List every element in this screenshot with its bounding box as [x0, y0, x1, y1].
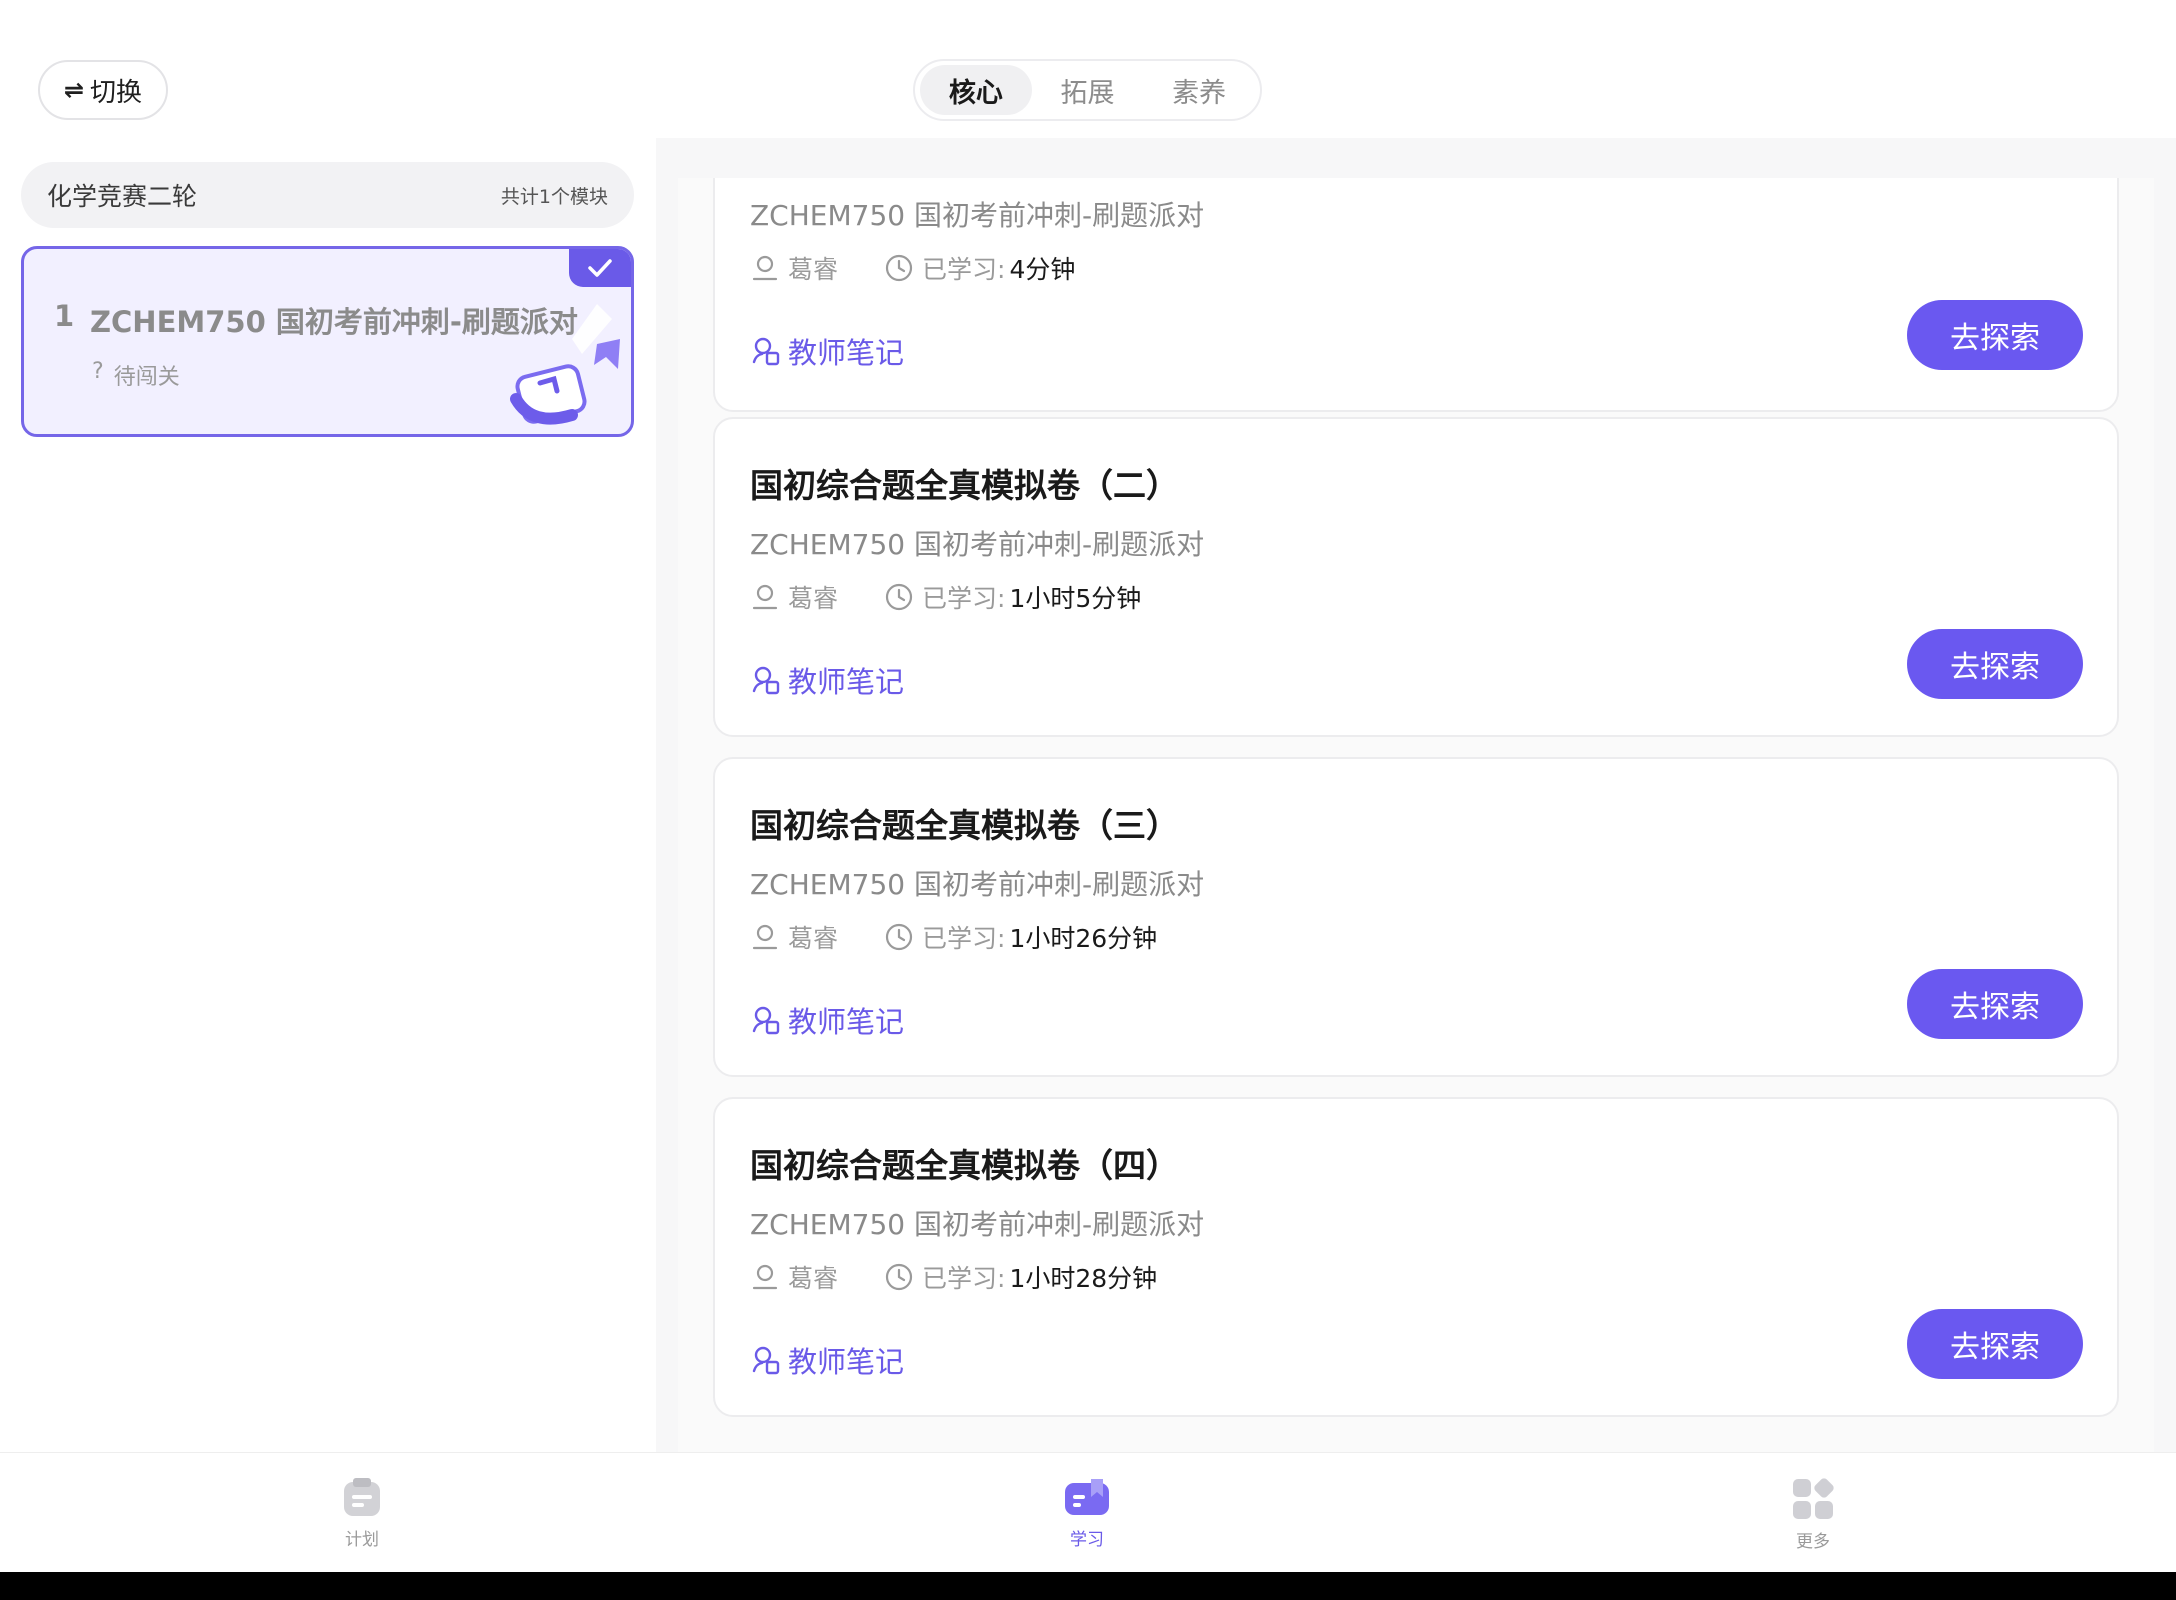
- person-icon: [752, 255, 778, 281]
- lesson-card: 国初综合题全真模拟卷（二） ZCHEM750 国初考前冲刺-刷题派对 葛睿 已学…: [713, 417, 2119, 737]
- teacher-info: 葛睿: [750, 579, 838, 615]
- studied-info: 已学习: 1小时26分钟: [884, 919, 1157, 955]
- teacher-notes-link[interactable]: 教师笔记: [750, 330, 904, 372]
- module-card[interactable]: 1 ZCHEM750 国初考前冲刺-刷题派对 ? 待闯关: [21, 246, 634, 437]
- switch-button-label: 切换: [90, 77, 143, 108]
- teacher-notes-icon: [752, 337, 780, 366]
- lesson-list[interactable]: ZCHEM750 国初考前冲刺-刷题派对 葛睿 已学习: 4分钟 教师笔记 去探…: [678, 178, 2154, 1452]
- lesson-title: 国初综合题全真模拟卷（三）: [750, 806, 1179, 845]
- lesson-title: 国初综合题全真模拟卷（四）: [750, 1146, 1179, 1185]
- nav-item-more[interactable]: 更多: [1753, 1477, 1873, 1552]
- nav-item-plan[interactable]: 计划: [302, 1477, 422, 1550]
- study-icon: [1065, 1479, 1109, 1515]
- switch-button[interactable]: ⇌ 切换: [38, 60, 168, 120]
- teacher-notes-icon: [752, 1346, 780, 1375]
- module-status-label: 待闯关: [113, 365, 180, 390]
- explore-button[interactable]: 去探索: [1907, 969, 2083, 1039]
- teacher-notes-link[interactable]: 教师笔记: [750, 999, 904, 1041]
- lesson-card: ZCHEM750 国初考前冲刺-刷题派对 葛睿 已学习: 4分钟 教师笔记 去探…: [713, 178, 2119, 412]
- teacher-name: 葛睿: [788, 584, 839, 613]
- teacher-info: 葛睿: [750, 1259, 838, 1295]
- lesson-meta: 葛睿 已学习: 4分钟: [750, 250, 1075, 286]
- teacher-info: 葛睿: [750, 250, 838, 286]
- studied-info: 已学习: 4分钟: [884, 250, 1075, 286]
- bottom-nav: 计划 学习 更多: [0, 1452, 2176, 1572]
- lesson-meta: 葛睿 已学习: 1小时28分钟: [750, 1259, 1157, 1295]
- segment-tabs: 核心 拓展 素养: [913, 59, 1262, 121]
- system-bar: [0, 1572, 2176, 1600]
- nav-item-study[interactable]: 学习: [1027, 1477, 1147, 1550]
- course-header[interactable]: 化学竞赛二轮 共计1个模块: [21, 162, 634, 228]
- module-status: ? 待闯关: [92, 359, 180, 391]
- person-icon: [752, 1264, 778, 1290]
- teacher-notes-label: 教师笔记: [788, 665, 905, 699]
- content-area: ZCHEM750 国初考前冲刺-刷题派对 葛睿 已学习: 4分钟 教师笔记 去探…: [656, 138, 2176, 1452]
- check-icon: [588, 259, 612, 277]
- lesson-meta: 葛睿 已学习: 1小时26分钟: [750, 919, 1157, 955]
- plan-icon: [344, 1478, 380, 1516]
- lesson-card: 国初综合题全真模拟卷（三） ZCHEM750 国初考前冲刺-刷题派对 葛睿 已学…: [713, 757, 2119, 1077]
- explore-button[interactable]: 去探索: [1907, 629, 2083, 699]
- module-index: 1: [54, 299, 75, 333]
- sidebar: 化学竞赛二轮 共计1个模块 1 ZCHEM750 国初考前冲刺-刷题派对 ? 待…: [0, 138, 656, 1452]
- explore-button[interactable]: 去探索: [1907, 1309, 2083, 1379]
- lesson-title: 国初综合题全真模拟卷（二）: [750, 466, 1179, 505]
- question-icon: ?: [92, 359, 104, 384]
- lesson-meta: 葛睿 已学习: 1小时5分钟: [750, 579, 1141, 615]
- selected-check-badge: [569, 249, 631, 287]
- module-illustration-icon: [510, 304, 620, 425]
- module-count: 共计1个模块: [500, 185, 608, 208]
- person-icon: [752, 924, 778, 950]
- app-root: ⇌ 切换 核心 拓展 素养 化学竞赛二轮 共计1个模块 1 ZCHEM750 国…: [0, 0, 2176, 1600]
- nav-label-study: 学习: [1070, 1530, 1104, 1550]
- more-icon: [1793, 1478, 1834, 1519]
- teacher-notes-icon: [752, 666, 780, 695]
- teacher-notes-icon: [752, 1006, 780, 1035]
- lesson-subtitle: ZCHEM750 国初考前冲刺-刷题派对: [750, 868, 1205, 901]
- studied-duration: 1小时5分钟: [1009, 584, 1142, 613]
- studied-label: 已学习:: [922, 924, 1006, 953]
- lesson-subtitle: ZCHEM750 国初考前冲刺-刷题派对: [750, 1208, 1205, 1241]
- studied-info: 已学习: 1小时5分钟: [884, 579, 1141, 615]
- teacher-name: 葛睿: [788, 1264, 839, 1293]
- clock-icon: [885, 583, 913, 611]
- teacher-notes-label: 教师笔记: [788, 1345, 905, 1379]
- teacher-name: 葛睿: [788, 924, 839, 953]
- studied-duration: 1小时26分钟: [1009, 924, 1158, 953]
- lesson-subtitle: ZCHEM750 国初考前冲刺-刷题派对: [750, 199, 1205, 232]
- studied-info: 已学习: 1小时28分钟: [884, 1259, 1157, 1295]
- studied-duration: 4分钟: [1009, 255, 1076, 284]
- teacher-name: 葛睿: [788, 255, 839, 284]
- top-header: ⇌ 切换 核心 拓展 素养: [0, 0, 2176, 138]
- studied-duration: 1小时28分钟: [1009, 1264, 1158, 1293]
- swap-arrows-icon: ⇌: [63, 76, 85, 104]
- lesson-subtitle: ZCHEM750 国初考前冲刺-刷题派对: [750, 528, 1205, 561]
- nav-label-more: 更多: [1796, 1532, 1830, 1552]
- teacher-notes-link[interactable]: 教师笔记: [750, 1339, 904, 1381]
- tab-extend[interactable]: 拓展: [1032, 65, 1144, 115]
- tab-core[interactable]: 核心: [920, 65, 1032, 115]
- studied-label: 已学习:: [922, 1264, 1006, 1293]
- lesson-card: 国初综合题全真模拟卷（四） ZCHEM750 国初考前冲刺-刷题派对 葛睿 已学…: [713, 1097, 2119, 1417]
- teacher-notes-label: 教师笔记: [788, 336, 905, 370]
- teacher-notes-link[interactable]: 教师笔记: [750, 659, 904, 701]
- teacher-info: 葛睿: [750, 919, 838, 955]
- tab-literacy[interactable]: 素养: [1143, 65, 1255, 115]
- clock-icon: [885, 254, 913, 282]
- clock-icon: [885, 923, 913, 951]
- person-icon: [752, 584, 778, 610]
- teacher-notes-label: 教师笔记: [788, 1005, 905, 1039]
- studied-label: 已学习:: [922, 255, 1006, 284]
- nav-label-plan: 计划: [345, 1530, 379, 1550]
- clock-icon: [885, 1263, 913, 1291]
- course-title: 化学竞赛二轮: [47, 182, 198, 211]
- explore-button[interactable]: 去探索: [1907, 300, 2083, 370]
- studied-label: 已学习:: [922, 584, 1006, 613]
